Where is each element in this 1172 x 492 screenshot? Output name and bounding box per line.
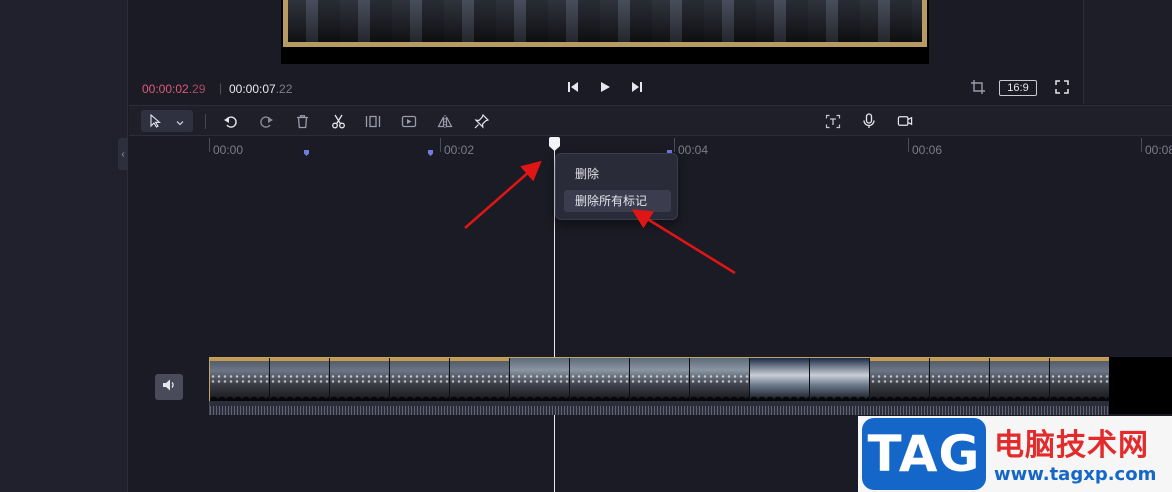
total-time-frames: .22 — [275, 82, 293, 96]
video-clip[interactable] — [209, 357, 1110, 401]
pin-icon[interactable] — [473, 113, 489, 129]
preview-content — [288, 0, 922, 42]
current-time-frames: .29 — [188, 82, 206, 96]
menu-item-delete-all-markers[interactable]: 删除所有标记 — [564, 190, 671, 212]
clip-thumbnail — [330, 358, 390, 401]
watermark-site-name: 电脑技术网 — [994, 428, 1149, 463]
marker-context-menu: 删除 删除所有标记 — [555, 153, 678, 220]
clip-thumbnail — [1050, 358, 1110, 401]
clip-thumbnail — [270, 358, 330, 401]
skip-previous-icon[interactable] — [566, 80, 580, 94]
chevron-down-icon — [175, 115, 185, 133]
scissors-icon[interactable] — [330, 113, 346, 129]
select-tool-dropdown[interactable] — [141, 110, 193, 132]
preview-frame-border — [283, 0, 927, 47]
ruler-tick-line — [209, 138, 210, 152]
video-preview — [281, 0, 929, 64]
clip-thumbnail — [930, 358, 990, 401]
clip-thumbnail — [510, 358, 570, 401]
clip-thumbnail — [390, 358, 450, 401]
extract-icon[interactable] — [401, 113, 417, 129]
ruler-tick-line — [440, 138, 441, 152]
clip-thumbnail — [210, 358, 270, 401]
right-properties-panel — [1083, 0, 1172, 104]
clip-thumbnail — [810, 358, 870, 401]
collapse-panel-button[interactable]: ‹ — [118, 138, 128, 170]
skip-next-icon[interactable] — [630, 80, 644, 94]
clip-thumbnail — [630, 358, 690, 401]
total-time: 00:00:07.22 — [229, 82, 292, 96]
clip-thumbnail — [870, 358, 930, 401]
clip-thumbnail — [450, 358, 510, 401]
clip-thumbnail — [750, 358, 810, 401]
play-icon[interactable] — [598, 80, 612, 94]
timeline-marker[interactable] — [304, 150, 309, 156]
text-recognition-icon[interactable] — [825, 113, 841, 129]
trash-icon[interactable] — [294, 113, 310, 129]
chevron-left-icon: ‹ — [121, 148, 125, 160]
clip-thumbnail — [570, 358, 630, 401]
clip-thumbnail — [990, 358, 1050, 401]
current-time-main: 00:00:02 — [142, 82, 189, 96]
redo-icon[interactable] — [258, 113, 274, 129]
aspect-ratio-button[interactable]: 16:9 — [999, 80, 1037, 96]
speaker-icon — [162, 378, 176, 397]
time-separator: | — [219, 81, 223, 95]
ruler-tick-label: 00:00 — [213, 143, 244, 157]
track-volume-button[interactable] — [155, 374, 183, 400]
mirror-icon[interactable] — [437, 113, 453, 129]
ruler-tick-label: 00:02 — [444, 143, 475, 157]
undo-icon[interactable] — [222, 113, 238, 129]
ruler-tick-line — [908, 138, 909, 152]
timeline-marker[interactable] — [428, 150, 433, 156]
ruler-tick-line — [1141, 138, 1142, 152]
freeze-frame-icon[interactable] — [365, 113, 381, 129]
watermark-logo: TAG — [862, 418, 986, 490]
menu-item-delete[interactable]: 删除 — [564, 163, 671, 185]
left-media-panel — [0, 0, 128, 492]
ruler-tick-label: 00:06 — [912, 143, 943, 157]
timeline-toolbar — [129, 105, 1172, 136]
ruler-tick-label: 00:04 — [678, 143, 709, 157]
camera-record-icon[interactable] — [897, 113, 913, 129]
fullscreen-icon[interactable] — [1055, 80, 1069, 94]
crop-icon[interactable] — [971, 80, 985, 94]
microphone-icon[interactable] — [861, 113, 877, 129]
video-editor-window: ‹ 00:00:02.29 | 00:00:07.22 16:9 00:00 0… — [0, 0, 1172, 492]
current-time: 00:00:02.29 — [142, 82, 205, 96]
ruler-tick-line — [674, 138, 675, 152]
audio-waveform-bars — [210, 406, 1109, 415]
clip-thumbnail — [690, 358, 750, 401]
ruler-tick-label: 00:08 — [1145, 143, 1172, 157]
audio-waveform — [209, 401, 1109, 415]
pointer-icon — [149, 113, 162, 133]
track-empty-area — [1109, 357, 1172, 414]
toolbar-divider — [205, 114, 206, 129]
watermark-url: www.tagxp.com — [994, 464, 1157, 485]
total-time-main: 00:00:07 — [229, 82, 276, 96]
annotation-arrow-playhead — [464, 160, 542, 229]
annotation-arrow-menu — [631, 209, 736, 275]
